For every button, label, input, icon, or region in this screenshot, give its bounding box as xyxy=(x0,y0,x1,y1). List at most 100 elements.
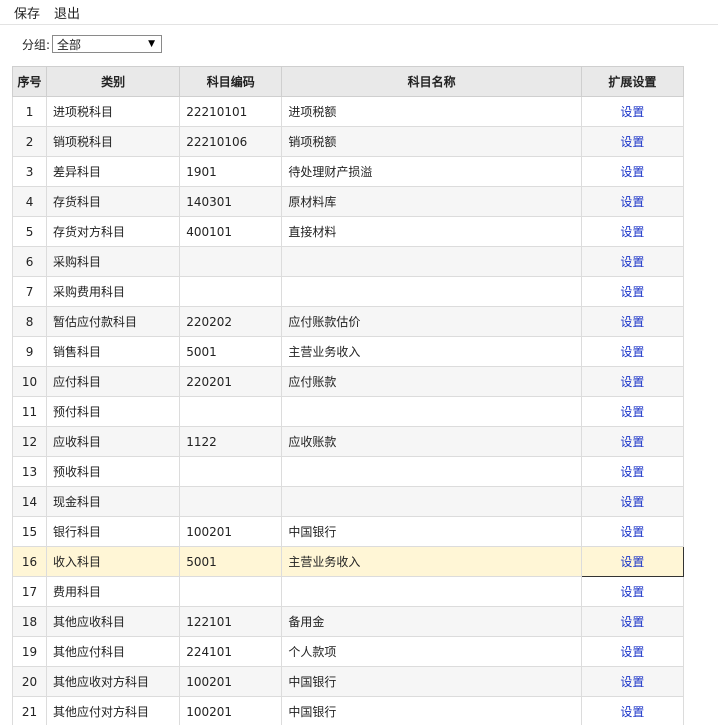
toolbar-divider xyxy=(0,24,718,25)
subject-table: 序号 类别 科目编码 科目名称 扩展设置 1 进项税科目 22210101 进项税额设… xyxy=(12,66,685,725)
row-number: 17 xyxy=(12,576,48,607)
settings-link[interactable]: 设置 xyxy=(580,216,685,247)
code-cell: 1122 xyxy=(179,426,283,457)
settings-link[interactable]: 设置 xyxy=(580,606,685,637)
table-row[interactable]: 14 现金科目 设置 xyxy=(12,486,685,517)
table-row[interactable]: 19 其他应付科目 224101 个人款项 设置 xyxy=(12,636,685,667)
column-header-no[interactable]: 序号 xyxy=(12,66,48,97)
row-number: 13 xyxy=(12,456,48,487)
table-row[interactable]: 11 预付科目 设置 xyxy=(12,396,685,427)
code-cell: 140301 xyxy=(179,186,283,217)
table-row[interactable]: 15 银行科目 100201 中国银行 设置 xyxy=(12,516,685,547)
save-button[interactable]: 保存 xyxy=(14,3,40,22)
settings-link[interactable]: 设置 xyxy=(580,366,685,397)
category-cell: 进项税科目 xyxy=(46,96,181,127)
settings-link[interactable]: 设置 xyxy=(580,96,685,127)
table-row[interactable]: 17 费用科目 设置 xyxy=(12,576,685,607)
code-cell: 220202 xyxy=(179,306,283,337)
row-number: 1 xyxy=(12,96,48,127)
row-number: 11 xyxy=(12,396,48,427)
code-cell: 400101 xyxy=(179,216,283,247)
name-cell: 主营业务收入 xyxy=(281,546,582,577)
name-cell: 待处理财产损溢 xyxy=(281,156,582,187)
category-cell: 费用科目 xyxy=(46,576,181,607)
table-row[interactable]: 6 采购科目 设置 xyxy=(12,246,685,277)
name-cell: 应付账款 xyxy=(281,366,582,397)
settings-link[interactable]: 设置 xyxy=(580,156,685,187)
code-cell: 5001 xyxy=(179,546,283,577)
code-cell xyxy=(179,486,283,517)
table-row[interactable]: 20 其他应收对方科目 100201 中国银行 设置 xyxy=(12,666,685,697)
settings-link[interactable]: 设置 xyxy=(580,306,685,337)
code-cell: 22210101 xyxy=(179,96,283,127)
name-cell: 主营业务收入 xyxy=(281,336,582,367)
settings-link[interactable]: 设置 xyxy=(580,486,685,517)
settings-link[interactable]: 设置 xyxy=(580,336,685,367)
settings-link[interactable]: 设置 xyxy=(580,666,685,697)
code-cell: 100201 xyxy=(179,666,283,697)
settings-link[interactable]: 设置 xyxy=(580,516,685,547)
category-cell: 预付科目 xyxy=(46,396,181,427)
category-cell: 存货科目 xyxy=(46,186,181,217)
table-row[interactable]: 9 销售科目 5001 主营业务收入 设置 xyxy=(12,336,685,367)
category-cell: 采购科目 xyxy=(46,246,181,277)
name-cell: 直接材料 xyxy=(281,216,582,247)
group-select[interactable]: 全部 ▼ xyxy=(52,35,163,53)
code-cell xyxy=(179,276,283,307)
table-row[interactable]: 18 其他应收科目 122101 备用金 设置 xyxy=(12,606,685,637)
group-filter-label: 分组: xyxy=(22,37,51,52)
exit-button[interactable]: 退出 xyxy=(54,3,80,22)
column-header-extension[interactable]: 扩展设置 xyxy=(580,66,685,97)
column-header-name[interactable]: 科目名称 xyxy=(281,66,582,97)
settings-link[interactable]: 设置 xyxy=(580,426,685,457)
row-number: 19 xyxy=(12,636,48,667)
category-cell: 采购费用科目 xyxy=(46,276,181,307)
column-header-code[interactable]: 科目编码 xyxy=(179,66,283,97)
category-cell: 销售科目 xyxy=(46,336,181,367)
name-cell xyxy=(281,486,582,517)
code-cell xyxy=(179,246,283,277)
table-row[interactable]: 12 应收科目 1122 应收账款 设置 xyxy=(12,426,685,457)
table-row[interactable]: 5 存货对方科目 400101 直接材料 设置 xyxy=(12,216,685,247)
row-number: 16 xyxy=(12,546,48,577)
code-cell: 100201 xyxy=(179,516,283,547)
row-number: 8 xyxy=(12,306,48,337)
settings-link[interactable]: 设置 xyxy=(580,576,685,607)
settings-link[interactable]: 设置 xyxy=(580,246,685,277)
settings-link[interactable]: 设置 xyxy=(580,696,685,725)
subject-grid: 序号 类别 科目编码 科目名称 扩展设置 1 进项税科目 22210101 进项税额设… xyxy=(12,66,718,725)
table-row[interactable]: 10 应付科目 220201 应付账款 设置 xyxy=(12,366,685,397)
table-row[interactable]: 8 暂估应付款科目 220202 应付账款估价 设置 xyxy=(12,306,685,337)
row-number: 5 xyxy=(12,216,48,247)
row-number: 21 xyxy=(12,696,48,725)
row-number: 6 xyxy=(12,246,48,277)
category-cell: 存货对方科目 xyxy=(46,216,181,247)
table-row[interactable]: 4 存货科目 140301 原材料库 设置 xyxy=(12,186,685,217)
category-cell: 现金科目 xyxy=(46,486,181,517)
row-number: 7 xyxy=(12,276,48,307)
settings-link[interactable]: 设置 xyxy=(580,186,685,217)
table-row[interactable]: 2 销项税科目 22210106 销项税额 设置 xyxy=(12,126,685,157)
table-row[interactable]: 21 其他应付对方科目 100201 中国银行 设置 xyxy=(12,696,685,725)
table-row[interactable]: 13 预收科目 设置 xyxy=(12,456,685,487)
name-cell: 销项税额 xyxy=(281,126,582,157)
category-cell: 收入科目 xyxy=(46,546,181,577)
name-cell xyxy=(281,276,582,307)
category-cell: 其他应收科目 xyxy=(46,606,181,637)
table-row[interactable]: 7 采购费用科目 设置 xyxy=(12,276,685,307)
table-row[interactable]: 16 收入科目 5001 主营业务收入 设置 xyxy=(12,546,685,577)
settings-link[interactable]: 设置 xyxy=(580,546,685,577)
settings-link[interactable]: 设置 xyxy=(580,276,685,307)
grid-margin xyxy=(684,66,718,725)
settings-link[interactable]: 设置 xyxy=(580,636,685,667)
table-row[interactable]: 3 差异科目 1901 待处理财产损溢 设置 xyxy=(12,156,685,187)
category-cell: 预收科目 xyxy=(46,456,181,487)
name-cell xyxy=(281,456,582,487)
settings-link[interactable]: 设置 xyxy=(580,396,685,427)
code-cell: 5001 xyxy=(179,336,283,367)
settings-link[interactable]: 设置 xyxy=(580,456,685,487)
column-header-category[interactable]: 类别 xyxy=(46,66,181,97)
chevron-down-icon: ▼ xyxy=(148,39,156,49)
table-row[interactable]: 1 进项税科目 22210101 进项税额 设置 xyxy=(12,96,685,127)
settings-link[interactable]: 设置 xyxy=(580,126,685,157)
